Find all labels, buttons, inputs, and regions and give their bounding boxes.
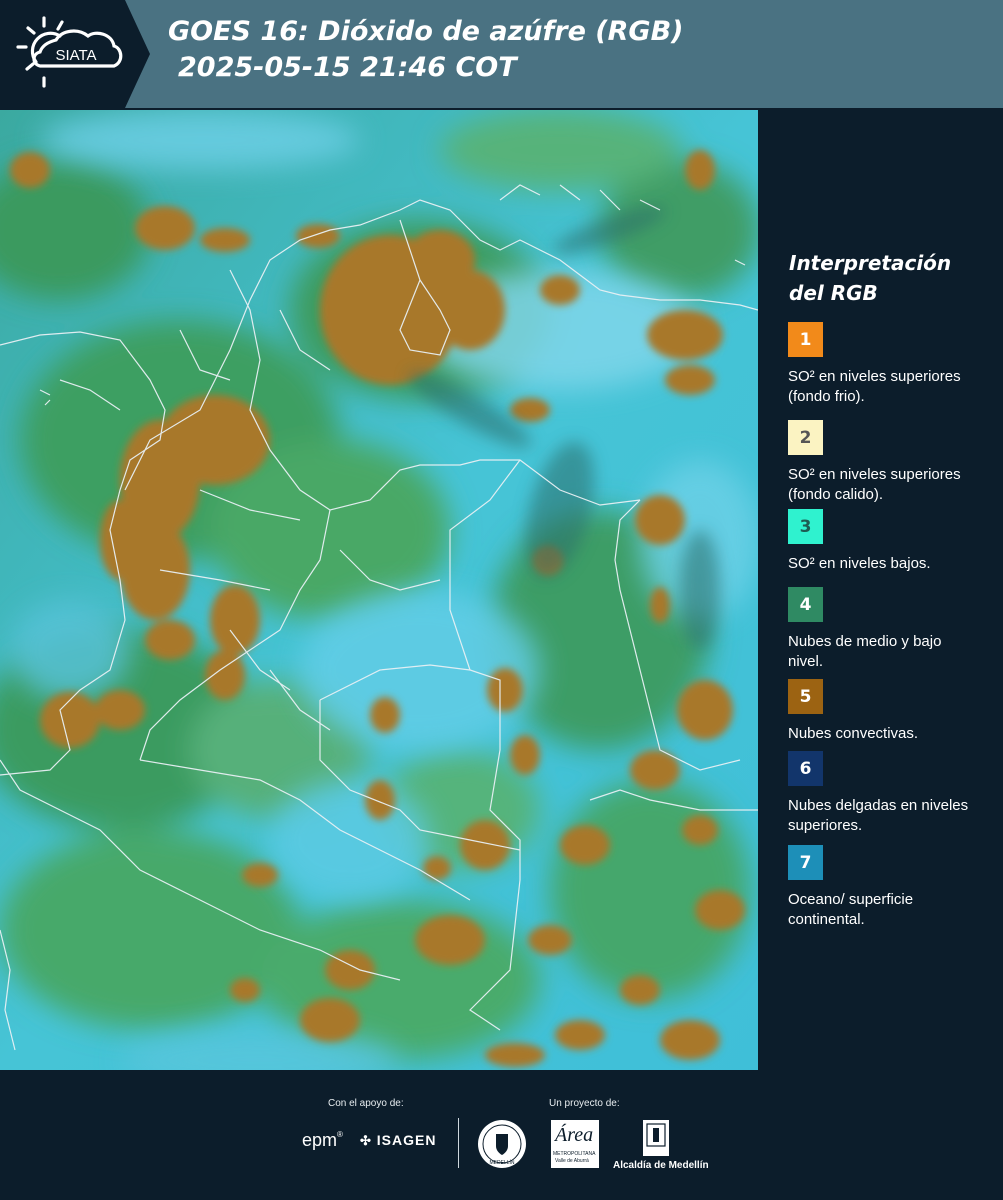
isagen-icon: ✣ [360, 1133, 372, 1148]
satellite-map[interactable] [0, 110, 758, 1070]
area-logo-sub: METROPOLITANA [553, 1151, 596, 1157]
area-metropolitana-logo[interactable]: Área METROPOLITANA Valle de Aburrá [551, 1120, 599, 1168]
epm-logo-text: epm [302, 1130, 338, 1150]
medellin-seal-icon[interactable]: MEDELLÍN [476, 1118, 528, 1170]
legend-item-1: 1 SO² en niveles superiores (fondo frio). [788, 322, 988, 407]
siata-logo[interactable]: SIATA [0, 0, 150, 108]
legend-description: Oceano/ superficie continental. [788, 891, 914, 928]
alcaldia-label[interactable]: Alcaldía de Medellín [613, 1160, 709, 1171]
isagen-logo[interactable]: ✣ ISAGEN [360, 1132, 436, 1149]
legend-item-5: 5 Nubes convectivas. [788, 679, 988, 744]
title-line-2: 2025-05-15 21:46 COT [178, 52, 517, 83]
footer-divider [458, 1118, 459, 1168]
legend-description: SO² en niveles superiores (fondo calido)… [788, 466, 961, 503]
footer: Con el apoyo de: Un proyecto de: epm® ✣ … [0, 1070, 1003, 1200]
legend-swatch: 5 [788, 679, 823, 714]
isagen-logo-text: ISAGEN [376, 1132, 437, 1148]
header: SIATA GOES 16: Dióxido de azúfre (RGB) 2… [0, 0, 1003, 108]
legend-description: Nubes delgadas en niveles superiores. [788, 797, 969, 834]
seal-text: MEDELLÍN [489, 1159, 514, 1166]
legend-item-4: 4 Nubes de medio y bajo nivel. [788, 587, 988, 672]
epm-logo[interactable]: epm® [302, 1130, 343, 1151]
support-label: Con el apoyo de: [328, 1098, 404, 1109]
area-logo-sub2: Valle de Aburrá [555, 1158, 589, 1164]
legend-swatch: 6 [788, 751, 823, 786]
legend-item-7: 7 Oceano/ superficie continental. [788, 845, 988, 930]
legend-description: Nubes de medio y bajo nivel. [788, 633, 942, 670]
legend-panel: Interpretación del RGB 1 SO² en niveles s… [760, 110, 1003, 1068]
alcaldia-crest-icon [643, 1120, 669, 1156]
legend-description: Nubes convectivas. [788, 725, 919, 742]
legend-description: SO² en niveles bajos. [788, 555, 931, 572]
project-label: Un proyecto de: [549, 1098, 620, 1109]
area-logo-name: Área [555, 1124, 594, 1146]
legend-item-2: 2 SO² en niveles superiores (fondo calido… [788, 420, 988, 505]
legend-swatch: 7 [788, 845, 823, 880]
siata-logo-text: SIATA [55, 47, 96, 64]
legend-description: SO² en niveles superiores (fondo frio). [788, 368, 961, 405]
legend-item-6: 6 Nubes delgadas en niveles superiores. [788, 751, 988, 836]
legend-swatch: 4 [788, 587, 823, 622]
title-line-1: GOES 16: Dióxido de azúfre (RGB) [168, 16, 684, 47]
legend-title: Interpretación del RGB [789, 251, 952, 305]
legend-item-3: 3 SO² en niveles bajos. [788, 509, 988, 574]
legend-swatch: 2 [788, 420, 823, 455]
legend-swatch: 3 [788, 509, 823, 544]
legend-swatch: 1 [788, 322, 823, 357]
satellite-image [0, 110, 758, 1070]
page-title: GOES 16: Dióxido de azúfre (RGB) 2025-05… [168, 14, 684, 86]
